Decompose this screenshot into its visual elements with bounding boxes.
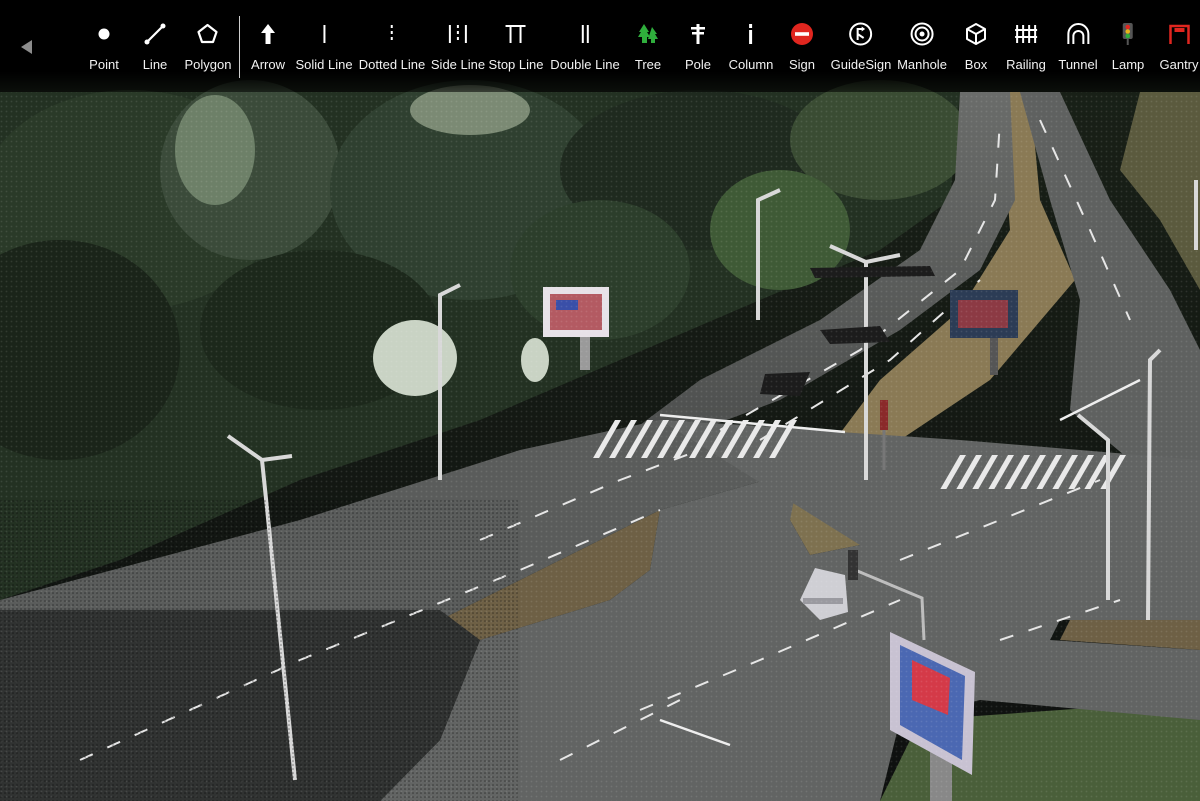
tool-tunnel[interactable]: Tunnel xyxy=(1058,14,1098,86)
tool-label: GuideSign xyxy=(830,57,892,72)
point-icon xyxy=(89,14,119,54)
back-arrow-icon xyxy=(21,40,32,54)
double-line-icon xyxy=(570,14,600,54)
box-icon xyxy=(961,14,991,54)
tool-pole[interactable]: Pole xyxy=(683,14,713,86)
point-cloud-viewport[interactable] xyxy=(0,0,1200,801)
railing-icon xyxy=(1011,14,1041,54)
back-button[interactable] xyxy=(10,30,44,64)
traffic-lamp-icon xyxy=(1113,14,1143,54)
tool-solid-line[interactable]: Solid Line xyxy=(295,14,353,86)
tool-label: Side Line xyxy=(430,57,486,72)
annotation-toolbar: Point Line Polygon Arrow Solid Line Dott… xyxy=(0,0,1200,92)
tool-label: Gantry xyxy=(1159,57,1199,72)
tool-point[interactable]: Point xyxy=(89,14,119,86)
tool-label: Dotted Line xyxy=(358,57,426,72)
gantry-icon xyxy=(1164,14,1194,54)
no-entry-sign-icon xyxy=(787,14,817,54)
tool-polygon[interactable]: Polygon xyxy=(184,14,232,86)
guide-sign-icon xyxy=(846,14,876,54)
column-icon xyxy=(736,14,766,54)
tool-label: Stop Line xyxy=(488,57,544,72)
tool-label: Manhole xyxy=(897,57,947,72)
point-cloud-scene[interactable] xyxy=(0,0,1200,801)
tool-label: Line xyxy=(142,57,168,72)
tool-arrow[interactable]: Arrow xyxy=(251,14,285,86)
tool-label: Polygon xyxy=(184,57,232,72)
dotted-line-icon xyxy=(377,14,407,54)
stop-line-icon xyxy=(501,14,531,54)
tool-label: Lamp xyxy=(1111,57,1145,72)
solid-line-icon xyxy=(309,14,339,54)
tool-label: Arrow xyxy=(251,57,285,72)
tool-label: Tunnel xyxy=(1058,57,1098,72)
tool-label: Sign xyxy=(788,57,816,72)
tool-side-line[interactable]: Side Line xyxy=(431,14,485,86)
tool-label: Double Line xyxy=(550,57,620,72)
tool-label: Railing xyxy=(1006,57,1046,72)
tool-label: Tree xyxy=(634,57,662,72)
arrow-up-icon xyxy=(253,14,283,54)
tool-double-line[interactable]: Double Line xyxy=(550,14,620,86)
tool-line[interactable]: Line xyxy=(140,14,170,86)
tool-gantry[interactable]: Gantry xyxy=(1159,14,1199,86)
toolbar-separator xyxy=(239,16,240,78)
tool-box[interactable]: Box xyxy=(961,14,991,86)
tool-lamp[interactable]: Lamp xyxy=(1111,14,1145,86)
tool-label: Pole xyxy=(684,57,712,72)
line-icon xyxy=(140,14,170,54)
manhole-icon xyxy=(907,14,937,54)
tool-sign[interactable]: Sign xyxy=(787,14,817,86)
tool-tree[interactable]: Tree xyxy=(633,14,663,86)
tool-label: Column xyxy=(728,57,774,72)
tool-guidesign[interactable]: GuideSign xyxy=(830,14,892,86)
tool-label: Solid Line xyxy=(295,57,353,72)
tool-stop-line[interactable]: Stop Line xyxy=(488,14,544,86)
tunnel-icon xyxy=(1063,14,1093,54)
polygon-icon xyxy=(193,14,223,54)
tool-label: Point xyxy=(89,57,119,72)
pole-icon xyxy=(683,14,713,54)
tool-dotted-line[interactable]: Dotted Line xyxy=(358,14,426,86)
tool-manhole[interactable]: Manhole xyxy=(897,14,947,86)
side-line-icon xyxy=(443,14,473,54)
tree-icon xyxy=(633,14,663,54)
tool-column[interactable]: Column xyxy=(728,14,774,86)
tool-label: Box xyxy=(964,57,988,72)
tool-railing[interactable]: Railing xyxy=(1006,14,1046,86)
